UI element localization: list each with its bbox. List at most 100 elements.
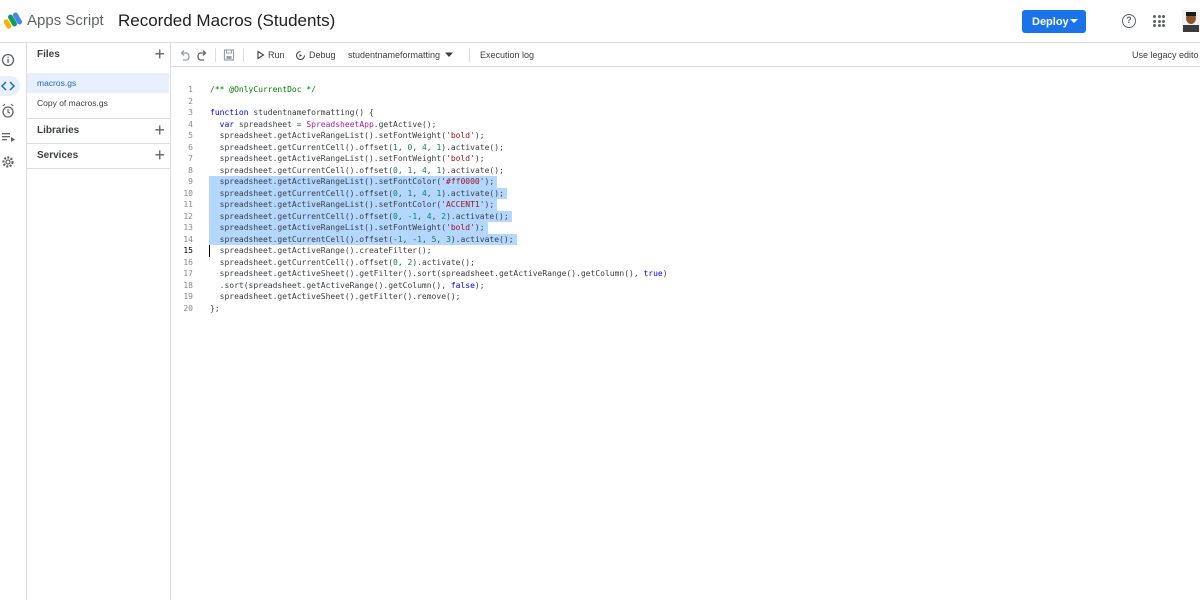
function-select-value: studentnameformatting (348, 50, 441, 60)
code-line[interactable]: 3 function studentnameformatting() { (171, 107, 1200, 119)
code-line[interactable]: 16 spreadsheet.getCurrentCell().offset(0… (171, 257, 1200, 269)
code-text: spreadsheet.getActiveRange().createFilte… (210, 246, 432, 255)
redo-icon[interactable] (196, 48, 208, 62)
debug-button[interactable]: Debug (295, 48, 336, 62)
line-number: 8 (188, 165, 193, 175)
triggers-clock-icon[interactable] (0, 101, 20, 121)
settings-gear-icon[interactable] (0, 152, 20, 172)
caret-down-icon (445, 52, 454, 57)
files-section-header: Files + (27, 43, 171, 67)
code-text: spreadsheet.getActiveRangeList().setFont… (210, 223, 485, 232)
code-text: function studentnameformatting() { (210, 108, 374, 117)
line-number: 12 (183, 211, 193, 221)
deploy-button[interactable]: Deploy (1022, 10, 1086, 33)
code-line[interactable]: 17 spreadsheet.getActiveSheet().getFilte… (171, 268, 1200, 280)
line-number: 7 (188, 154, 193, 163)
code-line[interactable]: 18 .sort(spreadsheet.getActiveRange().ge… (171, 280, 1200, 292)
code-text: /** @OnlyCurrentDoc */ (210, 85, 316, 94)
line-number: 17 (183, 269, 193, 278)
code-line[interactable]: 4 var spreadsheet = SpreadsheetApp.getAc… (171, 119, 1200, 131)
code-text: spreadsheet.getCurrentCell().offset(0, 1… (210, 188, 504, 198)
editor-toolbar: Run Debug studentnameformatting Executio… (171, 43, 1200, 67)
code-editor[interactable]: 1 /** @OnlyCurrentDoc */ 2 3 function studen… (171, 67, 1200, 600)
toolbar-divider (469, 48, 470, 62)
line-number: 15 (183, 246, 193, 255)
code-line[interactable]: 13 spreadsheet.getActiveRangeList().setF… (171, 222, 1200, 234)
overview-info-icon[interactable] (0, 50, 20, 70)
file-item-copy-of-macros[interactable]: Copy of macros.gs (27, 93, 169, 113)
line-number: 11 (183, 200, 193, 209)
debug-icon (295, 50, 306, 60)
line-number: 5 (188, 131, 193, 140)
line-number: 16 (183, 257, 193, 267)
apps-grid-icon[interactable] (1153, 15, 1165, 27)
code-line[interactable]: 12 spreadsheet.getCurrentCell().offset(0… (171, 210, 1200, 222)
code-line[interactable]: 8 spreadsheet.getCurrentCell().offset(0,… (171, 165, 1200, 177)
add-library-plus-icon[interactable]: + (154, 121, 165, 139)
code-text: spreadsheet.getCurrentCell().offset(1, 0… (210, 142, 504, 152)
save-icon[interactable] (223, 48, 235, 62)
line-number: 19 (183, 292, 193, 301)
code-text: spreadsheet.getActiveSheet().getFilter()… (210, 269, 668, 278)
line-number: 9 (188, 177, 193, 186)
deploy-label: Deploy (1032, 15, 1069, 28)
services-section-header[interactable]: Services + (27, 144, 171, 168)
libraries-label: Libraries (37, 125, 80, 136)
code-brackets-icon (0, 81, 16, 91)
project-title[interactable]: Recorded Macros (Students) (118, 11, 335, 31)
code-line[interactable]: 1 /** @OnlyCurrentDoc */ (171, 84, 1200, 96)
files-panel: Files + macros.gs Copy of macros.gs Libr… (27, 43, 171, 600)
debug-label: Debug (309, 50, 336, 60)
code-text: .sort(spreadsheet.getActiveRange().getCo… (210, 280, 485, 290)
line-number: 2 (188, 96, 193, 106)
code-text: spreadsheet.getActiveRangeList().setFont… (210, 177, 495, 186)
code-line[interactable]: 6 spreadsheet.getCurrentCell().offset(1,… (171, 142, 1200, 154)
code-text: spreadsheet.getCurrentCell().offset(0, -… (210, 211, 509, 221)
code-line[interactable]: 2 (171, 96, 1200, 108)
line-number: 14 (183, 234, 193, 244)
add-service-plus-icon[interactable]: + (154, 146, 165, 164)
line-number: 4 (188, 119, 193, 129)
code-text: spreadsheet.getActiveSheet().getFilter()… (210, 292, 461, 301)
code-text: spreadsheet.getCurrentCell().offset(0, 1… (210, 165, 504, 175)
code-line[interactable]: 14 spreadsheet.getCurrentCell().offset(-… (171, 233, 1200, 245)
code-text: spreadsheet.getCurrentCell().offset(-1, … (210, 234, 514, 244)
execution-log-button[interactable]: Execution log (480, 48, 534, 62)
code-line[interactable]: 5 spreadsheet.getActiveRangeList().setFo… (171, 130, 1200, 142)
use-legacy-editor-button[interactable]: Use legacy edito (1132, 48, 1200, 62)
avatar[interactable] (1182, 10, 1200, 32)
run-label: Run (268, 50, 285, 60)
line-number: 18 (183, 280, 193, 290)
help-icon[interactable]: ? (1122, 14, 1136, 28)
toolbar-divider (243, 48, 244, 62)
code-line[interactable]: 20}; (171, 303, 1200, 315)
line-number: 1 (188, 85, 193, 94)
libraries-section-header[interactable]: Libraries + (27, 119, 171, 143)
apps-script-logo-icon (4, 12, 22, 29)
files-label: Files (37, 49, 60, 60)
run-button[interactable]: Run (256, 48, 285, 62)
function-select-dropdown[interactable]: studentnameformatting (348, 48, 454, 62)
divider (27, 168, 171, 169)
top-bar: Apps Script Recorded Macros (Students) D… (0, 0, 1200, 43)
undo-icon[interactable] (179, 48, 191, 62)
code-line[interactable]: 7 spreadsheet.getActiveRangeList().setFo… (171, 153, 1200, 165)
editor-nav-button[interactable] (0, 76, 20, 96)
line-number: 13 (183, 223, 193, 232)
left-nav-rail (0, 43, 27, 600)
app-name[interactable]: Apps Script (27, 12, 104, 29)
executions-list-icon[interactable] (0, 127, 20, 147)
line-number: 20 (183, 303, 193, 313)
add-file-plus-icon[interactable]: + (154, 45, 165, 63)
code-text: spreadsheet.getActiveRangeList().setFont… (210, 200, 495, 209)
caret-down-icon (1070, 19, 1078, 23)
file-item-macros[interactable]: macros.gs (27, 73, 169, 93)
code-text: var spreadsheet = SpreadsheetApp.getActi… (219, 119, 437, 129)
code-line[interactable]: 9 spreadsheet.getActiveRangeList().setFo… (171, 176, 1200, 188)
toolbar-divider (215, 48, 216, 62)
code-line[interactable]: 11 spreadsheet.getActiveRangeList().setF… (171, 199, 1200, 211)
code-text: spreadsheet.getActiveRangeList().setFont… (210, 154, 485, 163)
code-line[interactable]: 15 spreadsheet.getActiveRange().createFi… (171, 245, 1200, 257)
code-line[interactable]: 10 spreadsheet.getCurrentCell().offset(0… (171, 187, 1200, 199)
code-line[interactable]: 19 spreadsheet.getActiveSheet().getFilte… (171, 291, 1200, 303)
